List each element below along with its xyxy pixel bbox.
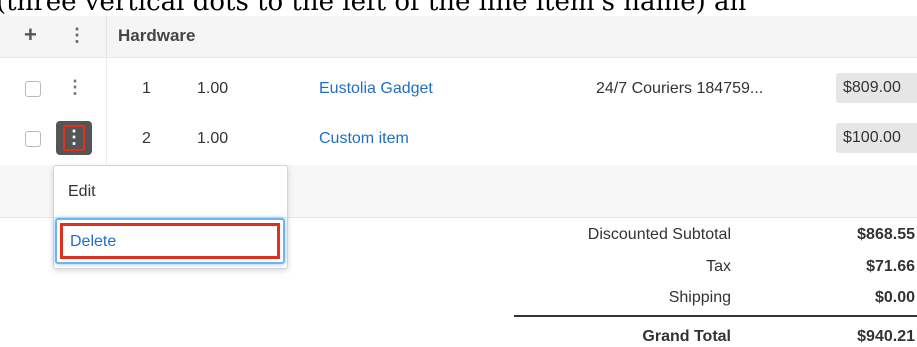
grand-total-value: $940.21 bbox=[857, 328, 915, 345]
tax-label: Tax bbox=[706, 258, 731, 275]
group-title: Hardware bbox=[118, 26, 196, 45]
menu-item-delete-focus[interactable]: Delete bbox=[55, 218, 285, 264]
table-row: ⋮ 2 1.00 Custom item $100.00 bbox=[0, 117, 917, 161]
menu-item-delete[interactable]: Delete bbox=[70, 233, 116, 251]
line-price: $100.00 bbox=[836, 123, 917, 153]
discounted-subtotal-value: $868.55 bbox=[857, 226, 915, 243]
row-checkbox[interactable] bbox=[25, 131, 41, 147]
row-actions-icon[interactable]: ⋮ bbox=[66, 76, 84, 98]
row-checkbox[interactable] bbox=[25, 81, 41, 97]
group-header: + ⋮ Hardware bbox=[0, 16, 917, 58]
group-actions-icon[interactable]: ⋮ bbox=[68, 25, 86, 45]
line-description: 24/7 Couriers 184759... bbox=[596, 80, 764, 97]
line-item-name-link[interactable]: Eustolia Gadget bbox=[319, 80, 433, 98]
grand-total-label: Grand Total bbox=[642, 328, 731, 345]
line-number: 2 bbox=[142, 130, 151, 147]
line-number: 1 bbox=[142, 80, 151, 97]
discounted-subtotal-label: Discounted Subtotal bbox=[587, 226, 731, 243]
table-row: ⋮ 1 1.00 Eustolia Gadget 24/7 Couriers 1… bbox=[0, 67, 917, 111]
divider bbox=[514, 315, 917, 317]
line-item-name-link[interactable]: Custom item bbox=[319, 130, 409, 148]
highlight-outline bbox=[63, 125, 85, 151]
shipping-value: $0.00 bbox=[874, 289, 915, 306]
row-action-menu: Edit Delete bbox=[53, 165, 288, 269]
line-quantity: 1.00 bbox=[197, 130, 229, 147]
shipping-label: Shipping bbox=[668, 289, 731, 306]
add-icon[interactable]: + bbox=[24, 23, 37, 47]
menu-item-edit[interactable]: Edit bbox=[68, 183, 96, 201]
line-quantity: 1.00 bbox=[197, 80, 229, 97]
divider bbox=[106, 16, 107, 57]
line-price: $809.00 bbox=[836, 73, 917, 103]
tax-value: $71.66 bbox=[866, 258, 915, 275]
